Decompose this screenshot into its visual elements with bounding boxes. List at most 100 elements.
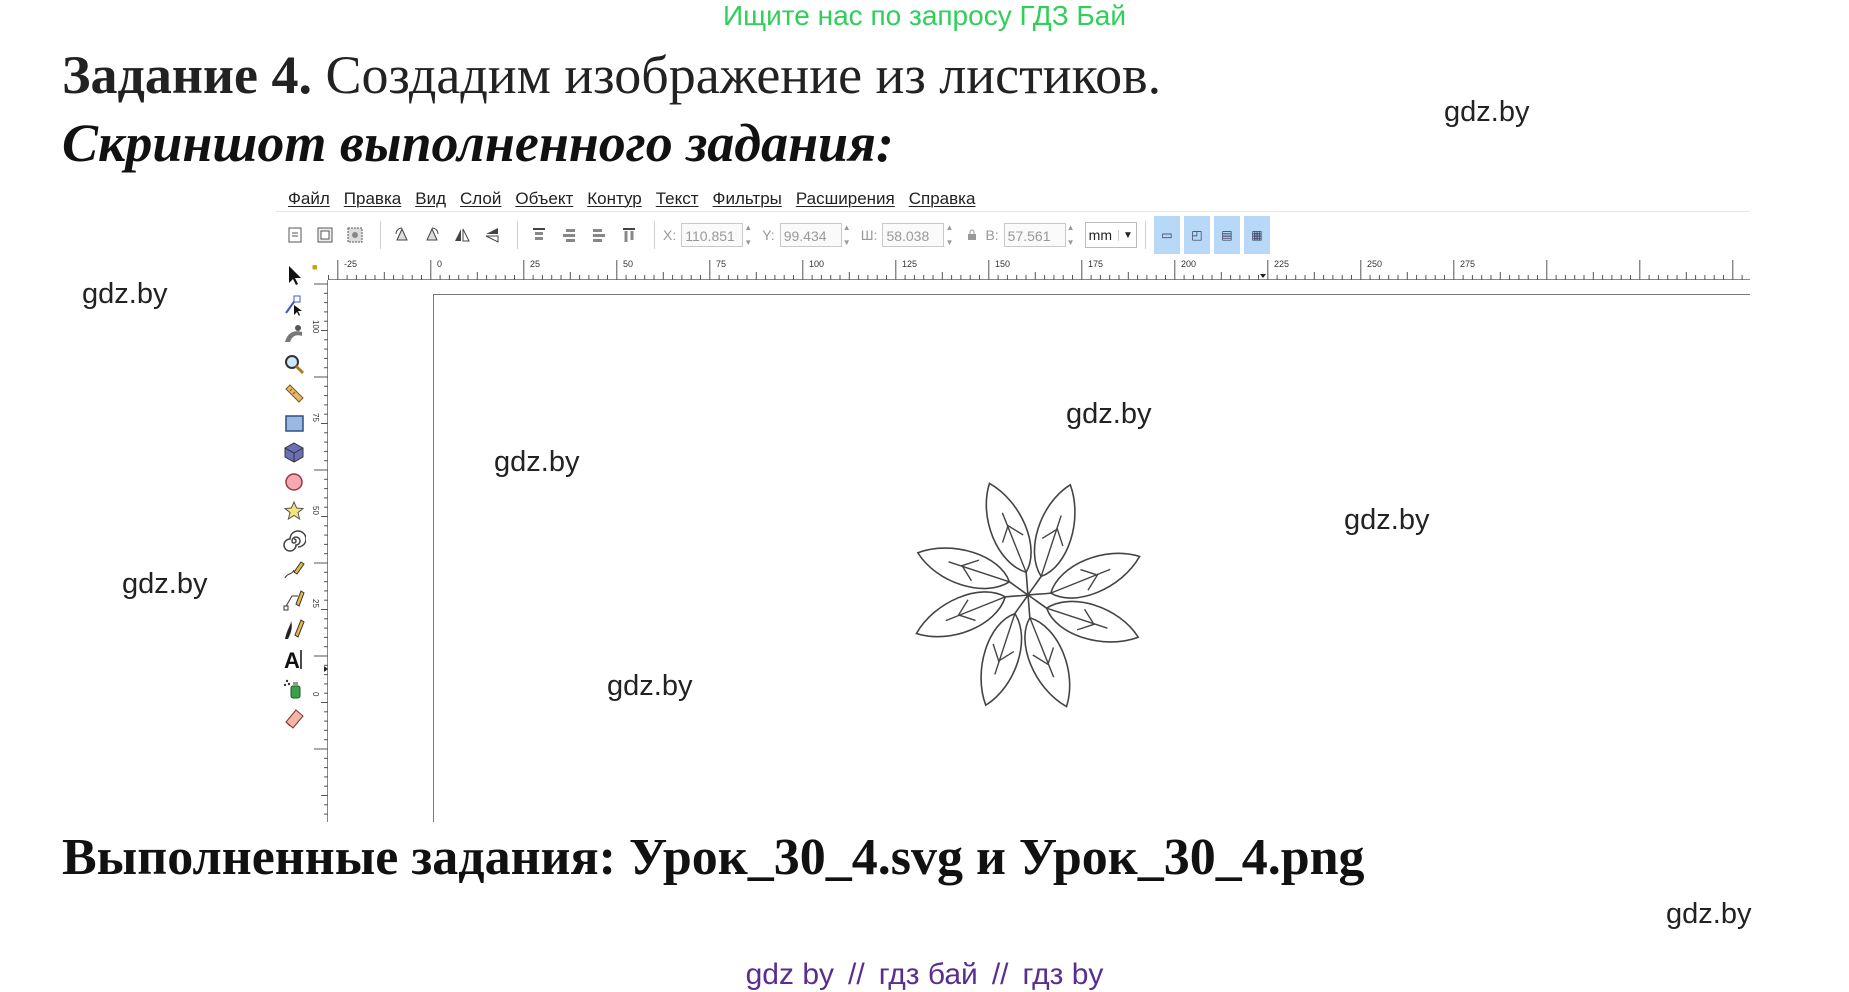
zoom-tool-icon[interactable] <box>281 351 307 377</box>
menu-text[interactable]: Текст <box>656 189 699 209</box>
rotate-ccw-icon[interactable] <box>389 222 415 248</box>
menu-extensions[interactable]: Расширения <box>796 189 895 209</box>
watermark: gdz.by <box>1344 504 1430 536</box>
move-gradients-icon[interactable]: ▤ <box>1213 216 1240 254</box>
deselect-icon[interactable] <box>342 222 368 248</box>
footer-separator: // <box>991 958 1009 991</box>
watermark: gdz.by <box>1444 96 1530 128</box>
box3d-tool-icon[interactable] <box>281 439 307 465</box>
lock-ratio-icon[interactable] <box>963 222 981 248</box>
height-input[interactable]: 57.561 <box>1003 223 1066 247</box>
ruler-label: 75 <box>716 259 726 269</box>
unit-select[interactable]: mm ▼ <box>1084 222 1137 248</box>
menu-object[interactable]: Объект <box>515 189 573 209</box>
raise-icon[interactable] <box>556 222 582 248</box>
menu-filters[interactable]: Фильтры <box>713 189 782 209</box>
menu-file[interactable]: Файл <box>288 189 330 209</box>
width-spinner[interactable]: ▲ ▼ <box>945 223 955 247</box>
x-input[interactable]: 110.851 <box>681 223 744 247</box>
menu-layer[interactable]: Слой <box>460 189 501 209</box>
x-label: X: <box>663 227 677 243</box>
width-label: Ш: <box>860 227 878 243</box>
watermark: gdz.by <box>1666 898 1752 930</box>
completed-tasks-line: Выполненные задания: Урок_30_4.svg и Уро… <box>62 829 1365 886</box>
leaf-flower-drawing[interactable] <box>893 460 1163 730</box>
spray-tool-icon[interactable] <box>281 675 307 701</box>
toolbar-separator <box>380 221 381 249</box>
vertical-ruler[interactable]: 100 75 50 25 0 <box>308 280 328 822</box>
task-text: Создадим изображение из листиков. <box>325 45 1162 105</box>
y-label: Y: <box>762 227 775 243</box>
spiral-tool-icon[interactable] <box>281 528 307 554</box>
ruler-label: 175 <box>1088 259 1103 269</box>
tweak-tool-icon[interactable] <box>281 321 307 347</box>
calligraphy-tool-icon[interactable] <box>281 616 307 642</box>
ruler-label: -25 <box>344 259 357 269</box>
footer-link-gdz-bai[interactable]: гдз бай <box>879 958 978 991</box>
ellipse-tool-icon[interactable] <box>281 469 307 495</box>
scale-stroke-icon[interactable]: ▭ <box>1153 216 1180 254</box>
eraser-tool-icon[interactable] <box>281 705 307 731</box>
ruler-label: 100 <box>809 259 824 269</box>
x-coordinate: X: 110.851 ▲ ▼ <box>663 223 754 247</box>
unit-value: mm <box>1088 227 1112 243</box>
rect-tool-icon[interactable] <box>281 410 307 436</box>
lower-icon[interactable] <box>586 222 612 248</box>
width-input[interactable]: 58.038 <box>882 223 945 247</box>
task-heading: Задание 4. Создадим изображение из листи… <box>62 44 1161 106</box>
y-coordinate: Y: 99.434 ▲ ▼ <box>762 223 852 247</box>
flip-vertical-icon[interactable] <box>479 222 505 248</box>
pencil-tool-icon[interactable] <box>281 557 307 583</box>
task-number: Задание 4. <box>62 45 313 105</box>
y-input[interactable]: 99.434 <box>779 223 842 247</box>
ruler-corner-lock-icon[interactable]: ■ <box>312 262 322 272</box>
height-spinner[interactable]: ▲ ▼ <box>1067 223 1077 247</box>
page-border <box>433 294 1750 295</box>
menu-bar: Файл Правка Вид Слой Объект Контур Текст… <box>276 186 1750 212</box>
height-label: В: <box>985 227 999 243</box>
select-all-icon[interactable] <box>282 222 308 248</box>
rotate-cw-icon[interactable] <box>419 222 445 248</box>
inkscape-screenshot: Файл Правка Вид Слой Объект Контур Текст… <box>276 186 1750 822</box>
watermark: gdz.by <box>607 670 693 702</box>
height-field: В: 57.561 ▲ ▼ <box>985 223 1076 247</box>
menu-help[interactable]: Справка <box>909 189 976 209</box>
drawing-canvas[interactable] <box>328 280 1750 822</box>
star-tool-icon[interactable] <box>281 498 307 524</box>
text-tool-icon[interactable]: A <box>281 646 307 672</box>
ruler-label: 25 <box>311 599 320 608</box>
ruler-label: 75 <box>311 413 320 422</box>
footer-links: gdz by // гдз бай // гдз by <box>0 958 1849 992</box>
menu-view[interactable]: Вид <box>415 189 446 209</box>
ruler-label: 150 <box>995 259 1010 269</box>
menu-edit[interactable]: Правка <box>344 189 401 209</box>
page-border <box>433 294 434 822</box>
flip-horizontal-icon[interactable] <box>449 222 475 248</box>
pen-tool-icon[interactable] <box>281 587 307 613</box>
ruler-label: 200 <box>1181 259 1196 269</box>
select-tool-icon[interactable] <box>281 262 307 288</box>
menu-path[interactable]: Контур <box>587 189 642 209</box>
footer-separator: // <box>848 958 865 991</box>
toolbar-separator <box>517 221 518 249</box>
toolbox: A <box>276 258 308 822</box>
move-patterns-icon[interactable]: ▦ <box>1243 216 1270 254</box>
measure-tool-icon[interactable] <box>281 380 307 406</box>
ruler-label: 0 <box>311 692 320 697</box>
scale-corners-icon[interactable]: ◰ <box>1183 216 1210 254</box>
ruler-label: 125 <box>902 259 917 269</box>
promo-banner[interactable]: Ищите нас по запросу ГДЗ Бай <box>0 0 1849 32</box>
footer-link-gdz-by-alt[interactable]: гдз by <box>1023 958 1104 991</box>
footer-link-gdz-by[interactable]: gdz by <box>746 958 834 991</box>
node-tool-icon[interactable] <box>281 292 307 318</box>
watermark: gdz.by <box>494 446 580 478</box>
y-spinner[interactable]: ▲ ▼ <box>843 223 853 247</box>
width-field: Ш: 58.038 ▲ ▼ <box>861 223 956 247</box>
raise-to-top-icon[interactable] <box>526 222 552 248</box>
select-all-layers-icon[interactable] <box>312 222 338 248</box>
tool-controls-bar: X: 110.851 ▲ ▼ Y: 99.434 ▲ ▼ Ш: 58.038 ▲ ▼ … <box>276 214 1750 256</box>
x-spinner[interactable]: ▲ ▼ <box>744 223 754 247</box>
ruler-label: 0 <box>437 259 442 269</box>
horizontal-ruler[interactable]: -25 0 25 50 75 100 125 150 175 200 225 250 275 <box>328 258 1750 280</box>
lower-to-bottom-icon[interactable] <box>616 222 642 248</box>
